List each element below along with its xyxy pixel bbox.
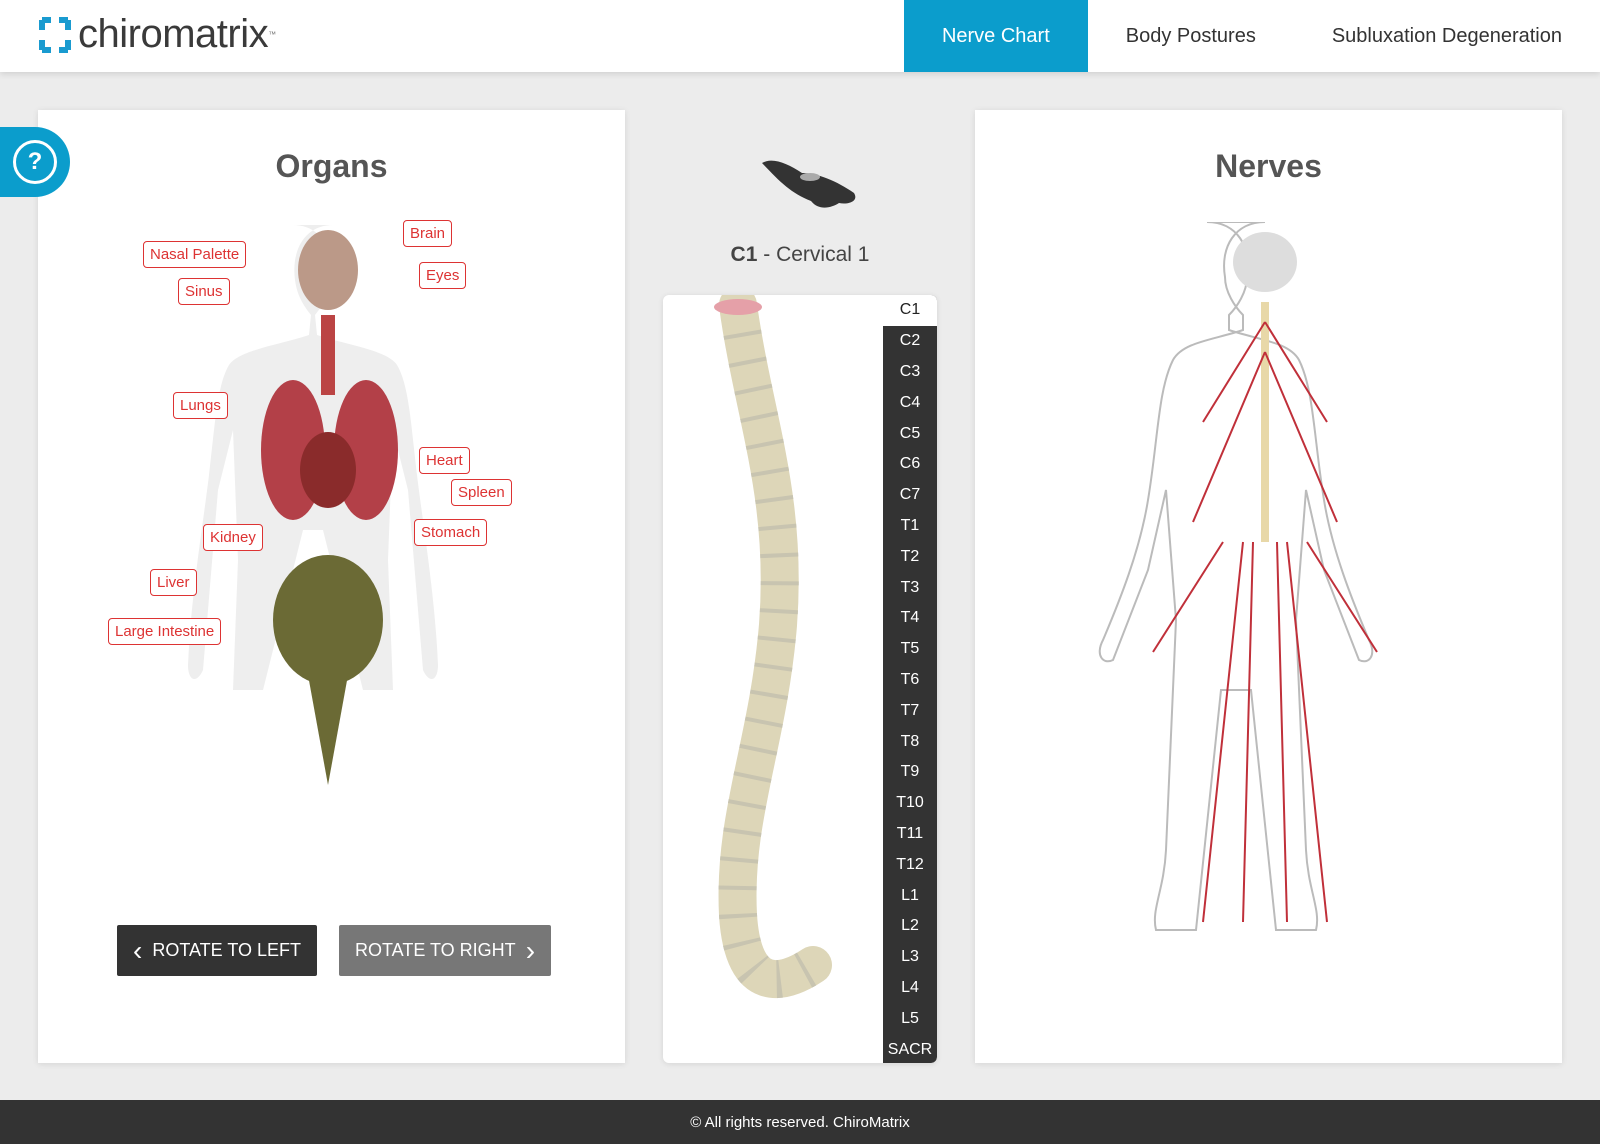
vertebra-name: - Cervical 1 <box>757 243 869 266</box>
vertebra-item-t6[interactable]: T6 <box>883 665 937 696</box>
vertebra-label: C1 - Cervical 1 <box>663 243 937 267</box>
nerves-panel: Nerves <box>975 110 1562 1063</box>
nerves-body-image <box>1093 222 1438 1022</box>
organ-tag-eyes[interactable]: Eyes <box>419 262 466 289</box>
vertebra-item-l2[interactable]: L2 <box>883 911 937 942</box>
organ-tag-brain[interactable]: Brain <box>403 220 452 247</box>
vertebra-item-t9[interactable]: T9 <box>883 757 937 788</box>
organ-tag-liver[interactable]: Liver <box>150 569 197 596</box>
vertebra-item-t3[interactable]: T3 <box>883 572 937 603</box>
vertebra-item-c5[interactable]: C5 <box>883 418 937 449</box>
vertebra-item-l3[interactable]: L3 <box>883 942 937 973</box>
main-nav: Nerve Chart Body Postures Subluxation De… <box>904 0 1600 72</box>
chevron-left-icon: ‹ <box>133 935 142 967</box>
vertebra-item-t11[interactable]: T11 <box>883 819 937 850</box>
vertebra-item-t12[interactable]: T12 <box>883 849 937 880</box>
vertebra-item-sacr[interactable]: SACR <box>883 1034 937 1063</box>
vertebra-image <box>760 155 860 215</box>
organ-tag-lungs[interactable]: Lungs <box>173 392 228 419</box>
vertebra-item-t8[interactable]: T8 <box>883 726 937 757</box>
vertebra-item-l5[interactable]: L5 <box>883 1003 937 1034</box>
header: chiromatrix™ Nerve Chart Body Postures S… <box>0 0 1600 72</box>
vertebra-item-t2[interactable]: T2 <box>883 541 937 572</box>
vertebra-item-t5[interactable]: T5 <box>883 634 937 665</box>
vertebra-code: C1 <box>731 243 758 266</box>
organ-tag-nasal-palette[interactable]: Nasal Palette <box>143 241 246 268</box>
help-button[interactable]: ? <box>0 127 70 197</box>
vertebra-item-c3[interactable]: C3 <box>883 357 937 388</box>
vertebra-item-c6[interactable]: C6 <box>883 449 937 480</box>
organs-title: Organs <box>38 148 625 185</box>
logo-bracket-icon <box>38 14 72 56</box>
spine-panel: C1C2C3C4C5C6C7T1T2T3T4T5T6T7T8T9T10T11T1… <box>663 295 937 1063</box>
organ-tag-large-intestine[interactable]: Large Intestine <box>108 618 221 645</box>
vertebra-item-c7[interactable]: C7 <box>883 480 937 511</box>
rotate-left-label: ROTATE TO LEFT <box>152 940 301 961</box>
rotate-right-label: ROTATE TO RIGHT <box>355 940 516 961</box>
help-icon: ? <box>13 140 57 184</box>
vertebra-item-c2[interactable]: C2 <box>883 326 937 357</box>
tab-body-postures[interactable]: Body Postures <box>1088 0 1294 72</box>
nerves-title: Nerves <box>975 148 1562 185</box>
rotate-right-button[interactable]: ROTATE TO RIGHT › <box>339 925 551 976</box>
organs-panel: Organs Brain Nasal Palette Eyes Sinus Lu… <box>38 110 625 1063</box>
logo[interactable]: chiromatrix™ <box>38 12 276 57</box>
organ-tag-spleen[interactable]: Spleen <box>451 479 512 506</box>
vertebra-item-l4[interactable]: L4 <box>883 973 937 1004</box>
rotate-left-button[interactable]: ‹ ROTATE TO LEFT <box>117 925 317 976</box>
vertebra-item-t1[interactable]: T1 <box>883 511 937 542</box>
vertebra-item-t4[interactable]: T4 <box>883 603 937 634</box>
organ-tag-kidney[interactable]: Kidney <box>203 524 263 551</box>
vertebra-item-c1[interactable]: C1 <box>883 295 937 326</box>
organ-tag-stomach[interactable]: Stomach <box>414 519 487 546</box>
vertebra-item-c4[interactable]: C4 <box>883 387 937 418</box>
tab-subluxation-degeneration[interactable]: Subluxation Degeneration <box>1294 0 1600 72</box>
vertebra-item-l1[interactable]: L1 <box>883 880 937 911</box>
spine-image <box>693 295 853 1063</box>
organ-tag-heart[interactable]: Heart <box>419 447 470 474</box>
organ-tag-sinus[interactable]: Sinus <box>178 278 230 305</box>
tab-nerve-chart[interactable]: Nerve Chart <box>904 0 1088 72</box>
vertebra-item-t10[interactable]: T10 <box>883 788 937 819</box>
organs-body-image <box>188 225 478 890</box>
footer: © All rights reserved. ChiroMatrix <box>0 1100 1600 1144</box>
trademark: ™ <box>268 30 276 39</box>
vertebra-list: C1C2C3C4C5C6C7T1T2T3T4T5T6T7T8T9T10T11T1… <box>883 295 937 1063</box>
logo-text: chiromatrix <box>78 12 268 57</box>
vertebra-item-t7[interactable]: T7 <box>883 695 937 726</box>
chevron-right-icon: › <box>526 935 535 967</box>
